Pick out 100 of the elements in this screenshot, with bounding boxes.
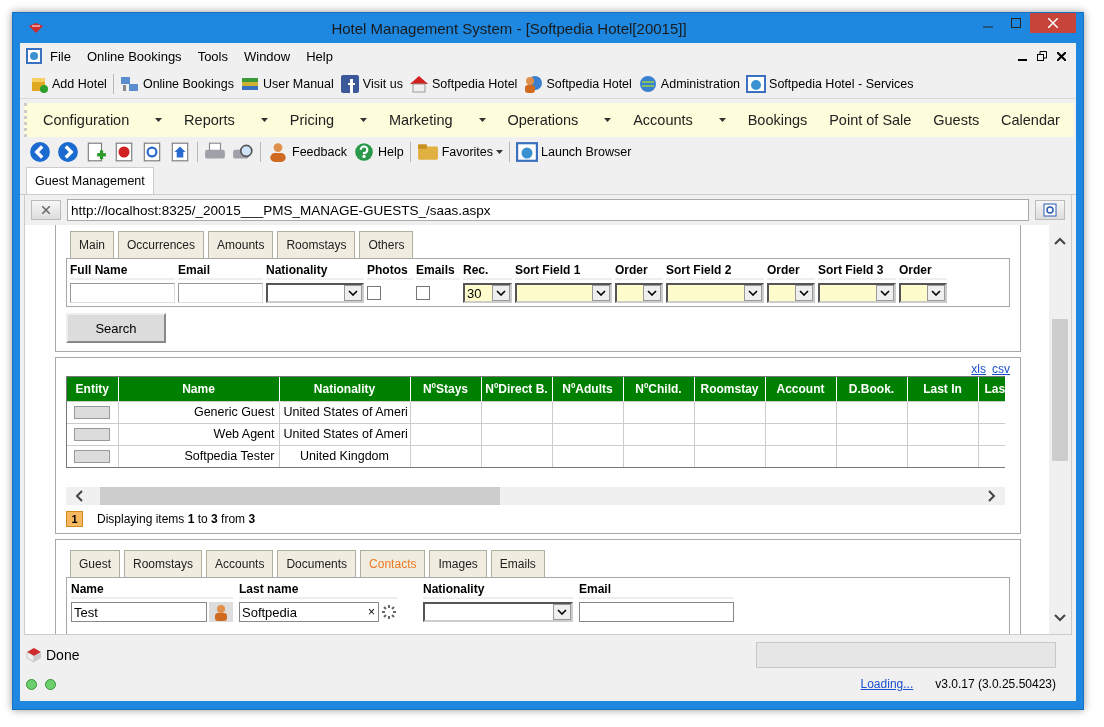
document-stop-icon [113,141,135,163]
nav-menu-item[interactable]: Guests [933,112,980,128]
toolbar-button[interactable]: Softpedia Hotel - Services [743,73,917,94]
column-header[interactable]: Nationality [279,377,410,401]
menu-item[interactable]: Online Bookings [78,48,190,64]
menu-item[interactable]: File [42,48,79,64]
dropdown[interactable] [767,283,815,303]
entity-button[interactable] [74,449,111,463]
nav-menu-item[interactable]: Accounts [633,112,726,128]
search-button[interactable]: Search [66,313,166,343]
scrollbar-thumb[interactable] [1052,319,1068,461]
dropdown[interactable]: 30 [463,283,512,303]
input-field[interactable] [579,602,734,622]
page-number[interactable]: 1 [66,511,83,527]
scrollbar-thumb[interactable] [100,487,500,505]
close-button[interactable] [1030,13,1076,33]
toolbar-button[interactable]: Softpedia Hotel [520,73,635,94]
nav-menu-item[interactable]: Marketing [388,112,486,128]
app-menu-icon[interactable] [26,48,42,64]
clear-button[interactable]: × [368,605,375,619]
entity-button[interactable] [74,405,111,419]
dropdown[interactable] [818,283,896,303]
column-header[interactable]: NºAdults [552,377,623,401]
toolbar-button[interactable]: Administration [634,73,744,94]
menu-item[interactable]: Window [236,48,299,64]
column-header[interactable]: NºStays [410,377,481,401]
version-text: v3.0.17 (3.0.25.50423) [935,677,1056,691]
column-header[interactable]: Entity [67,377,118,401]
nav-menu-item[interactable]: Configuration [43,112,163,128]
column-header[interactable]: Name [118,377,279,401]
column-header[interactable]: NºDirect B. [481,377,552,401]
nav-menu-item[interactable]: Pricing [289,112,368,128]
tab[interactable]: Roomstays [277,231,356,258]
folder-icon [416,141,439,163]
document-tab[interactable]: Guest Management [26,167,154,194]
input-field[interactable]: Test [71,602,207,622]
field-label: Order [899,263,947,280]
nav-menu-item[interactable]: Point of Sale [829,112,912,128]
column-header[interactable]: NºChild. [623,377,694,401]
toolbar-button[interactable]: Favorites [413,141,507,163]
toolbar-button[interactable]: User Manual [236,73,337,94]
toolbar-button[interactable]: Launch Browser [513,141,635,163]
dropdown[interactable] [266,283,364,303]
address-field[interactable]: http://localhost:8325/_20015___PMS_MANAGE-GUESTS_/saas.aspx [67,199,1029,221]
dropdown[interactable] [615,283,663,303]
column-header[interactable]: Account [765,377,836,401]
dropdown[interactable] [423,602,573,622]
document-refresh-icon [141,141,163,163]
toolbar-button[interactable]: Online Bookings [116,73,237,94]
restore-icon[interactable] [1037,51,1047,61]
chevron-down-icon [748,290,758,296]
column-header[interactable]: Las [978,377,1005,401]
person-lookup-icon[interactable] [209,602,233,622]
scroll-right-icon[interactable] [987,490,997,502]
checkbox[interactable] [416,286,430,300]
go-button[interactable] [1035,200,1065,220]
table-cell: United Kingdom [279,445,410,467]
export-link[interactable]: xls [971,362,986,376]
tab[interactable]: Amounts [208,231,274,258]
tab[interactable]: Main [70,231,114,258]
toolbar-button[interactable]: Softpedia Hotel [405,73,521,94]
tab[interactable]: Others [359,231,414,258]
nav-menu-item[interactable]: Reports [184,112,268,128]
loading-link[interactable]: Loading... [860,677,914,691]
close-icon[interactable] [1057,51,1066,61]
scroll-down-icon[interactable] [1054,614,1066,622]
toolbar-button[interactable]: Feedback [264,141,350,163]
menu-item[interactable]: Tools [189,48,236,64]
caret-icon [604,118,612,122]
dropdown[interactable] [666,283,764,303]
toolbar-button[interactable]: Add Hotel [26,73,110,94]
checkbox[interactable] [367,286,381,300]
toolbar-button[interactable]: Help [349,141,407,163]
tab[interactable]: Images [429,550,487,577]
toolbar-button[interactable]: Visit us [336,73,406,94]
input-field[interactable] [70,283,175,303]
column-header[interactable]: D.Book. [836,377,907,401]
tab[interactable]: Guest [70,550,120,577]
tab[interactable]: Documents [277,550,357,577]
entity-button[interactable] [74,427,111,441]
tab[interactable]: Roomstays [124,550,203,577]
nav-menu-item[interactable]: Operations [507,112,612,128]
dropdown[interactable] [899,283,947,303]
house-icon [408,73,429,94]
menu-item[interactable]: Help [298,48,341,64]
scroll-up-icon[interactable] [1054,237,1066,245]
stop-button[interactable] [31,200,61,220]
column-header[interactable]: Last In [907,377,978,401]
tab[interactable]: Accounts [206,550,274,577]
input-field[interactable] [178,283,263,303]
scroll-left-icon[interactable] [74,490,84,502]
column-header[interactable]: Roomstay [694,377,765,401]
nav-menu-item[interactable]: Bookings [747,112,808,128]
tab[interactable]: Occurrences [118,231,205,258]
tab[interactable]: Emails [490,550,545,577]
field-label: Order [615,263,663,280]
export-link[interactable]: csv [992,362,1010,376]
browser-window-icon [516,141,539,163]
dropdown[interactable] [515,283,612,303]
nav-menu-item[interactable]: Calendar [1001,112,1060,128]
